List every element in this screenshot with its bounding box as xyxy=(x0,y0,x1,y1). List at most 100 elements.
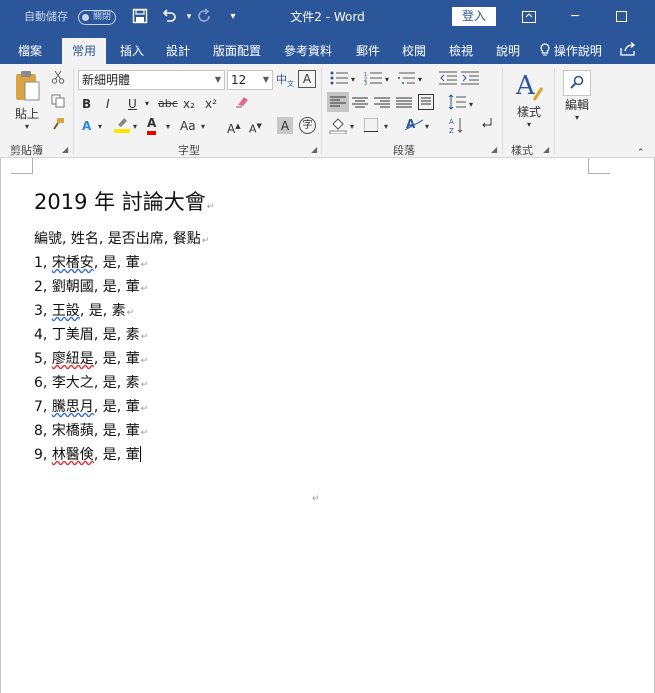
italic-button[interactable]: I xyxy=(106,95,110,113)
maximize-icon[interactable] xyxy=(598,0,644,34)
list-item[interactable]: 5, 廖紐是, 是, 葷↵ xyxy=(34,348,148,368)
asian-layout-icon[interactable]: A xyxy=(404,116,424,137)
styles-launcher-icon[interactable]: ◢ xyxy=(543,145,549,154)
tab-layout[interactable]: 版面配置 xyxy=(207,38,267,64)
enclose-char-button[interactable]: 字 xyxy=(299,117,316,134)
bold-button[interactable]: B xyxy=(82,95,91,113)
char-border-icon[interactable]: A xyxy=(298,70,316,88)
numbering-icon[interactable]: 123 xyxy=(364,71,382,90)
clear-formatting-icon[interactable] xyxy=(234,93,250,114)
styles-group-label: 樣式 xyxy=(511,144,533,157)
tab-references[interactable]: 參考資料 xyxy=(277,38,339,64)
font-color-button[interactable]: A xyxy=(147,116,157,135)
grow-font-label: A xyxy=(227,122,236,136)
tab-home[interactable]: 常用 xyxy=(62,38,106,64)
font-name-select[interactable]: 新細明體 ▼ xyxy=(78,70,225,90)
highlight-icon[interactable] xyxy=(113,115,131,138)
empty-paragraph[interactable]: ↵ xyxy=(311,486,320,505)
borders-icon[interactable] xyxy=(364,118,378,137)
chevron-down-icon[interactable]: ▾ xyxy=(350,118,354,136)
document-page[interactable]: 2019 年 討論大會↵ 編號, 姓名, 是否出席, 餐點↵ 1, 宋楿安, 是… xyxy=(0,158,655,693)
list-item[interactable]: 9, 林醫倹, 是, 葷 xyxy=(34,444,141,464)
list-item[interactable]: 3, 王設, 是, 素↵ xyxy=(34,300,134,320)
multilevel-list-icon[interactable] xyxy=(397,71,415,90)
show-marks-icon[interactable] xyxy=(480,117,494,136)
copy-icon[interactable] xyxy=(51,94,65,113)
sort-icon[interactable]: AZ xyxy=(449,116,465,139)
align-left-button[interactable] xyxy=(327,92,349,112)
ribbon-display-icon[interactable] xyxy=(506,0,552,34)
chevron-down-icon[interactable]: ▾ xyxy=(418,71,422,89)
font-launcher-icon[interactable]: ◢ xyxy=(311,145,317,154)
chevron-down-icon[interactable]: ▾ xyxy=(384,118,388,136)
chevron-down-icon[interactable]: ▾ xyxy=(98,118,102,136)
list-item[interactable]: 8, 宋橋蘋, 是, 葷↵ xyxy=(34,420,148,440)
tab-view[interactable]: 檢視 xyxy=(439,38,483,64)
justify-button[interactable] xyxy=(396,96,412,114)
chevron-down-icon[interactable]: ▾ xyxy=(201,118,205,136)
chevron-down-icon[interactable]: ▾ xyxy=(166,118,170,136)
increase-indent-icon[interactable] xyxy=(461,71,479,90)
signin-button[interactable]: 登入 xyxy=(452,7,496,26)
paragraph-mark: ↵ xyxy=(140,428,149,438)
paragraph-mark: ↵ xyxy=(140,260,149,270)
chevron-down-icon[interactable]: ▾ xyxy=(145,95,149,113)
autosave-label: 自動儲存 xyxy=(24,10,68,23)
chevron-down-icon[interactable]: ▾ xyxy=(133,118,137,136)
save-icon[interactable] xyxy=(131,8,149,26)
text-effects-icon[interactable]: A xyxy=(82,117,91,135)
char-shading-button[interactable]: A xyxy=(277,117,293,134)
list-item[interactable]: 6, 李大之, 是, 素↵ xyxy=(34,372,148,392)
header-row[interactable]: 編號, 姓名, 是否出席, 餐點↵ xyxy=(34,228,209,248)
font-size-select[interactable]: 12 ▼ xyxy=(227,70,273,90)
change-case-button[interactable]: Aa xyxy=(180,117,196,135)
align-center-button[interactable] xyxy=(352,96,368,114)
row-name: 廖紐是 xyxy=(51,351,94,367)
row-number: 3, xyxy=(34,303,48,319)
autosave-toggle[interactable]: 關閉 xyxy=(78,10,116,25)
redo-icon[interactable] xyxy=(196,8,214,26)
styles-button[interactable]: A 樣式 ▾ xyxy=(510,70,548,134)
tab-design[interactable]: 設計 xyxy=(156,38,200,64)
chevron-down-icon[interactable]: ▾ xyxy=(351,71,355,89)
underline-button[interactable]: U xyxy=(128,95,137,113)
align-right-button[interactable] xyxy=(374,96,390,114)
shading-icon[interactable] xyxy=(329,116,347,139)
chevron-down-icon[interactable]: ▾ xyxy=(469,96,473,114)
phonetic-guide-icon[interactable]: 中文 xyxy=(276,71,294,93)
customize-icon[interactable]: ▾ xyxy=(224,8,242,26)
superscript-button[interactable]: x² xyxy=(205,95,217,113)
undo-icon[interactable] xyxy=(160,8,178,26)
list-item[interactable]: 7, 騰思月, 是, 葷↵ xyxy=(34,396,148,416)
document-heading[interactable]: 2019 年 討論大會↵ xyxy=(34,186,214,216)
strikethrough-button[interactable]: abc xyxy=(158,95,178,113)
subscript-button[interactable]: x₂ xyxy=(183,95,195,113)
chevron-down-icon[interactable]: ▾ xyxy=(425,118,429,136)
line-spacing-icon[interactable] xyxy=(448,94,466,115)
share-icon[interactable] xyxy=(620,42,636,60)
tab-mailings[interactable]: 郵件 xyxy=(346,38,390,64)
decrease-indent-icon[interactable] xyxy=(439,71,457,90)
chevron-down-icon[interactable]: ▾ xyxy=(385,71,389,89)
distributed-icon[interactable] xyxy=(418,94,434,115)
tab-file[interactable]: 檔案 xyxy=(8,38,52,64)
grow-font-button[interactable]: A▲ xyxy=(227,117,241,138)
row-number: 4, xyxy=(34,327,48,343)
format-painter-icon[interactable] xyxy=(51,117,65,136)
clipboard-launcher-icon[interactable]: ◢ xyxy=(62,145,68,154)
bullets-icon[interactable] xyxy=(330,71,348,90)
list-item[interactable]: 2, 劉朝國, 是, 葷↵ xyxy=(34,276,148,296)
shrink-font-button[interactable]: A▼ xyxy=(249,117,262,139)
cut-icon[interactable] xyxy=(51,70,65,89)
editing-button[interactable]: 編輯 ▾ xyxy=(561,70,593,136)
tab-insert[interactable]: 插入 xyxy=(110,38,154,64)
tab-review[interactable]: 校閱 xyxy=(392,38,436,64)
list-item[interactable]: 1, 宋楿安, 是, 葷↵ xyxy=(34,252,148,272)
chevron-down-icon: ▼ xyxy=(214,75,221,84)
minimize-icon[interactable]: ─ xyxy=(552,0,598,34)
tab-help[interactable]: 說明 xyxy=(486,38,530,64)
tell-me-search[interactable]: 操作說明 xyxy=(540,38,602,64)
paste-button[interactable]: 貼上 ▾ xyxy=(10,70,44,131)
list-item[interactable]: 4, 丁美眉, 是, 素↵ xyxy=(34,324,148,344)
paragraph-launcher-icon[interactable]: ◢ xyxy=(491,145,497,154)
